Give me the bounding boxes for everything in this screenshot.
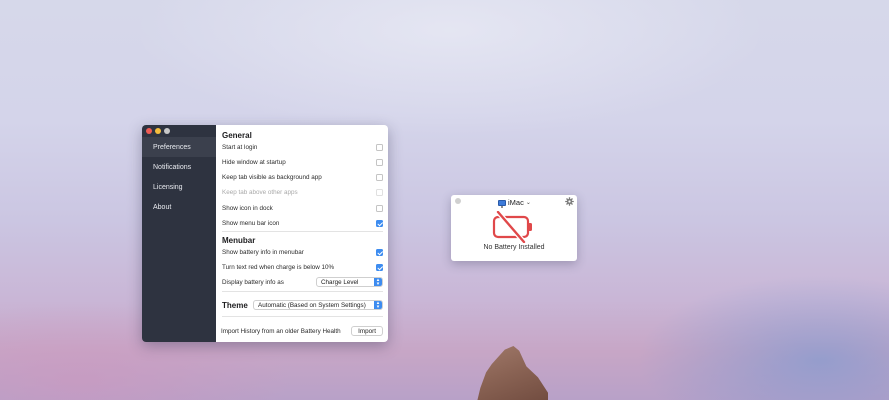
keep-tab-visible-row: Keep tab visible as background app	[222, 171, 383, 183]
import-row: Import History from an older Battery Hea…	[221, 325, 383, 337]
preferences-window: Preferences Notifications Licensing Abou…	[142, 125, 388, 342]
start-at-login-checkbox[interactable]	[376, 143, 383, 151]
show-menu-bar-icon-checkbox[interactable]	[376, 219, 383, 227]
turn-text-red-checkbox[interactable]	[376, 263, 383, 271]
keep-tab-visible-checkbox[interactable]	[376, 173, 383, 181]
theme-value: Automatic (Based on System Settings)	[258, 301, 366, 309]
sidebar-item-about[interactable]: About	[142, 198, 216, 218]
sidebar-list: Preferences Notifications Licensing Abou…	[142, 137, 216, 218]
divider	[222, 291, 383, 292]
sidebar-item-licensing[interactable]: Licensing	[142, 178, 216, 198]
window-controls	[146, 128, 170, 134]
sidebar-item-label: About	[153, 204, 172, 212]
battery-widget: iMac ⌄ No Battery Installed	[451, 195, 577, 261]
sidebar-item-notifications[interactable]: Notifications	[142, 157, 216, 177]
keep-tab-above-label: Keep tab above other apps	[222, 188, 298, 196]
keep-tab-above-row: Keep tab above other apps	[222, 186, 383, 198]
select-arrows-icon: ▴ ▾	[374, 278, 382, 287]
sidebar-item-label: Notifications	[153, 163, 192, 171]
hide-window-checkbox[interactable]	[376, 158, 383, 166]
imac-icon	[498, 199, 506, 208]
desktop-wallpaper	[0, 0, 889, 400]
theme-row: Theme Automatic (Based on System Setting…	[222, 299, 383, 311]
display-as-row: Display battery info as Charge Level ▴ ▾	[222, 276, 383, 288]
start-at-login-row: Start at login	[222, 141, 383, 153]
general-section-title: General	[222, 131, 252, 140]
display-as-value: Charge Level	[321, 278, 359, 286]
widget-close-button[interactable]	[455, 198, 461, 204]
turn-text-red-label: Turn text red when charge is below 10%	[222, 263, 335, 271]
minimize-button[interactable]	[155, 128, 161, 134]
device-name: iMac	[508, 198, 524, 207]
hide-window-row: Hide window at startup	[222, 156, 383, 168]
battery-slash-icon	[492, 211, 532, 243]
show-icon-dock-checkbox[interactable]	[376, 204, 383, 212]
gear-icon[interactable]	[565, 197, 574, 206]
show-menu-bar-icon-label: Show menu bar icon	[222, 219, 280, 227]
show-menu-bar-icon-row: Show menu bar icon	[222, 217, 383, 229]
menubar-section-title: Menubar	[222, 236, 256, 245]
theme-select[interactable]: Automatic (Based on System Settings) ▴ ▾	[253, 300, 383, 310]
show-icon-dock-label: Show icon in dock	[222, 204, 273, 212]
battery-status-text: No Battery Installed	[483, 244, 545, 251]
select-arrows-icon: ▴ ▾	[374, 301, 382, 310]
sidebar: Preferences Notifications Licensing Abou…	[142, 125, 216, 342]
sidebar-item-preferences[interactable]: Preferences	[142, 137, 216, 157]
import-button-label: Import	[358, 327, 376, 335]
keep-tab-visible-label: Keep tab visible as background app	[222, 173, 322, 181]
preferences-content: General Start at login Hide window at st…	[216, 125, 388, 342]
chevron-down-icon: ⌄	[525, 200, 531, 206]
hide-window-label: Hide window at startup	[222, 158, 286, 166]
sidebar-item-label: Licensing	[153, 184, 183, 192]
keep-tab-above-checkbox	[376, 188, 383, 196]
show-battery-info-row: Show battery info in menubar	[222, 246, 383, 258]
import-label: Import History from an older Battery Hea…	[221, 327, 341, 335]
device-selector[interactable]: iMac ⌄	[498, 198, 531, 208]
sidebar-item-label: Preferences	[153, 143, 191, 151]
close-button[interactable]	[146, 128, 152, 134]
show-icon-dock-row: Show icon in dock	[222, 202, 383, 214]
zoom-button[interactable]	[164, 128, 170, 134]
divider	[222, 316, 383, 317]
show-battery-info-checkbox[interactable]	[376, 248, 383, 256]
theme-section-title: Theme	[222, 300, 248, 310]
display-as-label: Display battery info as	[222, 278, 284, 286]
display-as-select[interactable]: Charge Level ▴ ▾	[316, 277, 383, 287]
import-button[interactable]: Import	[351, 326, 383, 336]
show-battery-info-label: Show battery info in menubar	[222, 248, 304, 256]
divider	[222, 231, 383, 232]
start-at-login-label: Start at login	[222, 143, 258, 151]
turn-text-red-row: Turn text red when charge is below 10%	[222, 261, 383, 273]
